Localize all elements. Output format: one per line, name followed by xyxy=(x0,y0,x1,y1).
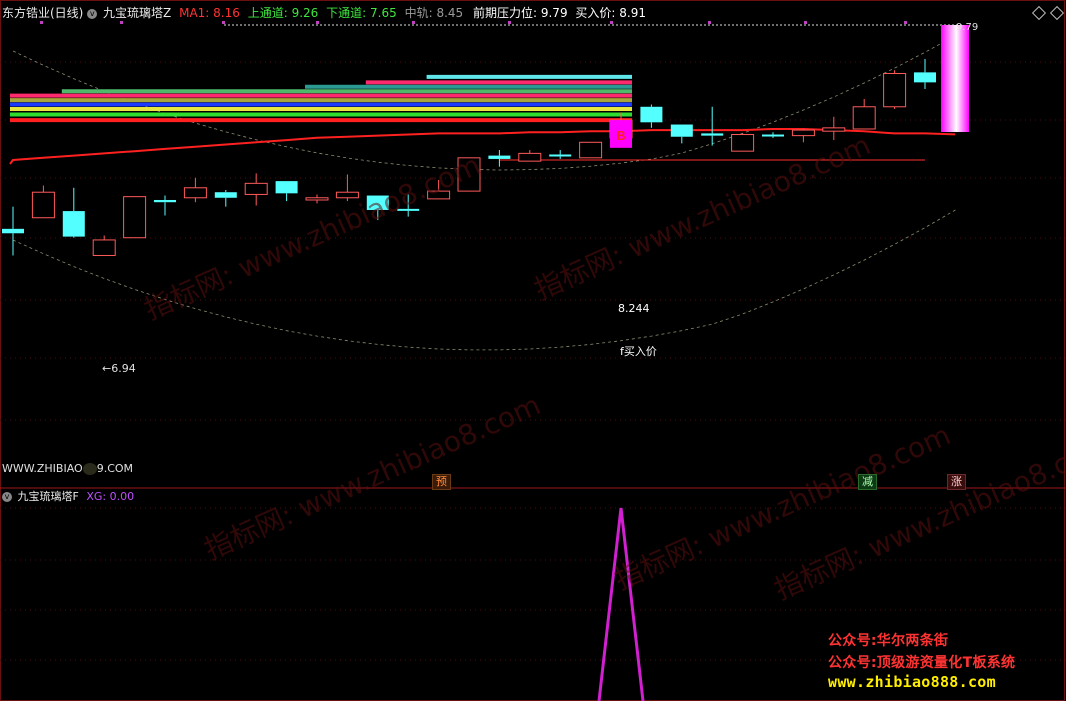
period-dot-8 xyxy=(804,21,807,24)
candle-body-6 xyxy=(183,187,207,199)
level-price-label: 8.244 xyxy=(618,302,650,315)
candle-body-30 xyxy=(914,72,936,83)
period-dot-7 xyxy=(708,21,711,24)
watermark-2: 指标网: www.zhibiao8.com xyxy=(199,388,545,566)
candle-body-27 xyxy=(822,127,846,132)
period-dot-9 xyxy=(904,21,907,24)
candle-body-19 xyxy=(579,141,603,159)
site-label: WWW.ZHIBIAO 9.COM xyxy=(2,462,133,475)
pressure-value: 9.79 xyxy=(540,6,568,20)
candle-body-7 xyxy=(214,192,237,198)
candle-body-4 xyxy=(123,196,147,239)
watermark-0: 指标网: www.zhibiao8.com xyxy=(139,148,485,326)
period-dot-4 xyxy=(412,21,415,24)
site-suffix: 9.COM xyxy=(96,462,134,475)
tag-yu: 预 xyxy=(432,474,451,490)
candle-body-5 xyxy=(154,199,176,203)
promo-line-3: www.zhibiao888.com xyxy=(828,673,996,691)
buy-text-label: f买入价 xyxy=(620,345,657,358)
candle-body-10 xyxy=(305,197,329,201)
upper-label: 上通道: xyxy=(247,6,288,20)
candle-body-23 xyxy=(701,133,724,136)
xg-signal-spike xyxy=(597,507,645,701)
mid-value: 8.45 xyxy=(436,6,464,20)
candle-body-3 xyxy=(92,239,116,256)
candle-body-0 xyxy=(2,228,24,234)
low-price-label: ←6.94 xyxy=(102,362,136,375)
candle-body-24 xyxy=(731,134,755,152)
promo-line-1: 公众号:华尔两条街 xyxy=(828,633,949,649)
candle-body-1 xyxy=(31,191,55,219)
blur-spot xyxy=(82,463,97,475)
buy-label: 买入价: xyxy=(575,6,616,20)
indicator-name[interactable]: 九宝琉璃塔Z xyxy=(103,6,171,20)
tag-zhang: 涨 xyxy=(947,474,966,490)
kline-chart[interactable]: B 指标网: www.zhibiao8.com 指标网: www.zhibiao8.… xyxy=(0,0,1066,701)
pressure-pillar xyxy=(941,25,969,132)
buy-value: 8.91 xyxy=(619,6,646,20)
period-dot-6 xyxy=(610,21,613,24)
period-dot-3 xyxy=(316,21,319,24)
xg-value: 0.00 xyxy=(109,490,135,503)
lower-label: 下通道: xyxy=(326,6,367,20)
period-dot-1 xyxy=(120,21,123,24)
candle-body-25 xyxy=(762,134,784,137)
lower-value: 7.65 xyxy=(370,6,397,20)
mid-label: 中轨: xyxy=(404,6,433,20)
buy-marker-text: B xyxy=(616,128,625,143)
candle-body-17 xyxy=(518,152,542,162)
candle-body-18 xyxy=(549,154,572,157)
candle-body-9 xyxy=(275,181,298,194)
sub-collapse-icon[interactable]: v xyxy=(2,492,12,502)
collapse-icon[interactable]: v xyxy=(87,8,98,19)
tag-jian: 减 xyxy=(858,474,877,490)
period-dot-2 xyxy=(222,21,225,24)
candle-body-29 xyxy=(883,72,907,108)
candle-body-16 xyxy=(488,155,511,159)
candle-body-2 xyxy=(62,211,85,237)
promo-line-2: 公众号:顶级游资量化T板系统 xyxy=(828,655,1016,671)
candle-body-26 xyxy=(791,129,815,137)
stock-title[interactable]: 东方锆业(日线) xyxy=(2,6,83,20)
sub-header: v 九宝琉璃塔F XG: 0.00 xyxy=(2,490,134,503)
candle-body-8 xyxy=(244,182,268,195)
sub-indicator-name[interactable]: 九宝琉璃塔F xyxy=(18,490,79,503)
lower-channel-line xyxy=(12,209,956,351)
candle-body-21 xyxy=(640,106,663,123)
candle-body-11 xyxy=(335,191,359,199)
xg-label: XG: xyxy=(86,490,107,503)
period-dot-5 xyxy=(508,21,511,24)
ma1-label: MA1: xyxy=(179,6,210,20)
pressure-label: 前期压力位: xyxy=(472,6,538,20)
site-text: WWW.ZHIBIAO xyxy=(2,462,83,475)
candle-body-22 xyxy=(670,124,693,137)
upper-value: 9.26 xyxy=(291,6,319,20)
candle-body-28 xyxy=(852,106,876,130)
main-header: 东方锆业(日线) v 九宝琉璃塔Z MA1: 8.16 上通道: 9.26 下通… xyxy=(2,6,646,20)
top-price-label: 9.79 xyxy=(956,22,979,33)
ma1-value: 8.16 xyxy=(213,6,240,20)
period-dot-0 xyxy=(40,21,43,24)
